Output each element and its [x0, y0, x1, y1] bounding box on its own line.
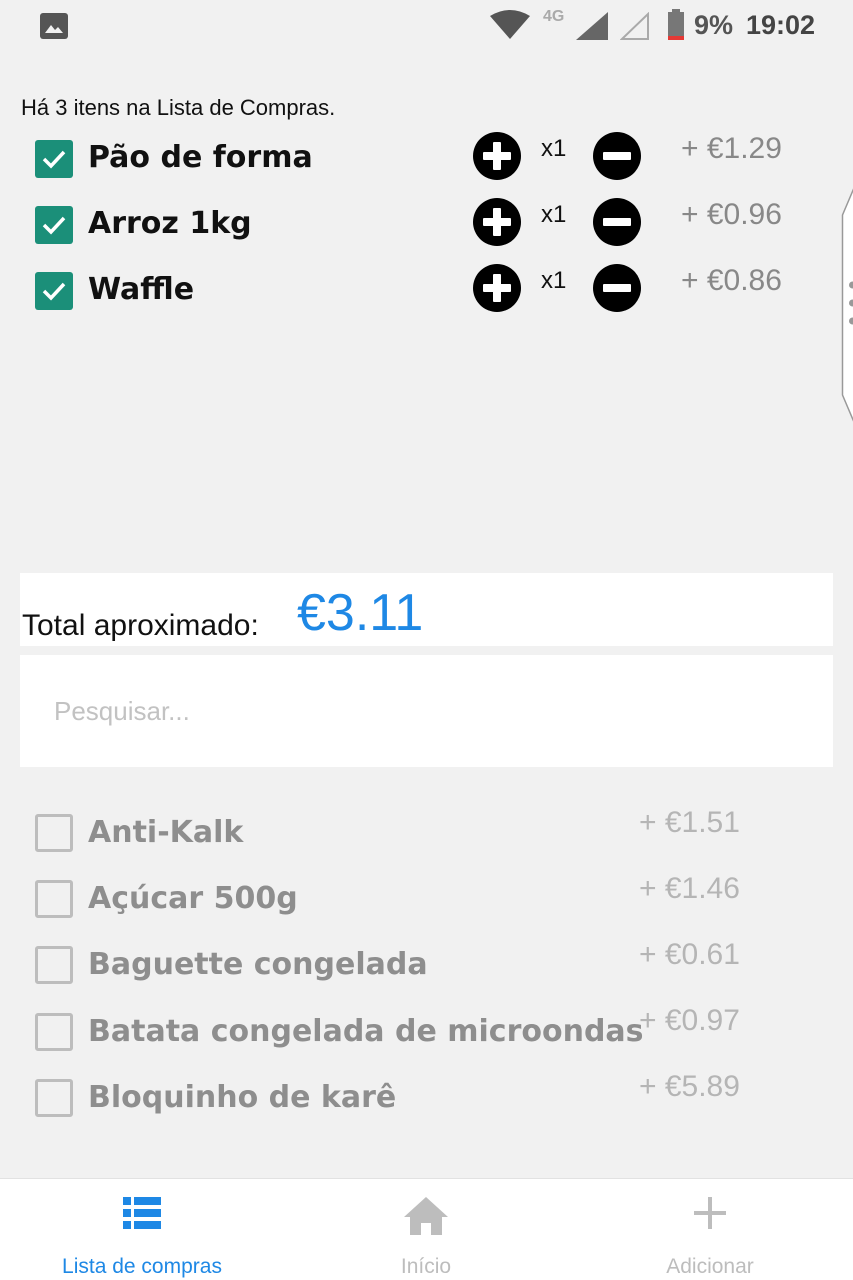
gallery-icon — [40, 13, 68, 39]
item-checkbox[interactable] — [35, 946, 73, 984]
selected-item-row: Arroz 1kg x1 + €0.96 — [0, 198, 853, 254]
item-qty: x1 — [541, 201, 567, 228]
item-name: Arroz 1kg — [88, 206, 252, 241]
available-item-price: + €5.89 — [639, 1070, 740, 1103]
nav-tab-add[interactable]: Adicionar — [568, 1179, 852, 1280]
search-input[interactable] — [20, 655, 833, 767]
nav-label: Adicionar — [666, 1255, 754, 1278]
clock: 19:02 — [746, 10, 816, 40]
item-qty: x1 — [541, 135, 567, 162]
item-checkbox[interactable] — [35, 814, 73, 852]
increase-qty-button[interactable] — [473, 264, 521, 312]
plus-icon — [694, 1197, 726, 1229]
home-icon — [404, 1197, 448, 1235]
battery-percent: 9% — [694, 10, 734, 40]
increase-qty-button[interactable] — [473, 198, 521, 246]
wifi-icon — [490, 10, 530, 39]
available-item-name[interactable]: Açúcar 500g — [88, 881, 298, 916]
decrease-qty-button[interactable] — [593, 198, 641, 246]
list-count-text: Há 3 itens na Lista de Compras. — [21, 95, 336, 120]
bottom-navigation: Lista de compras Início Adicionar — [0, 1178, 853, 1280]
item-name: Waffle — [88, 272, 195, 307]
decrease-qty-button[interactable] — [593, 264, 641, 312]
nav-label: Lista de compras — [62, 1255, 222, 1278]
nav-tab-home[interactable]: Início — [284, 1179, 568, 1280]
available-item-price: + €0.61 — [639, 938, 740, 971]
side-drawer-handle[interactable] — [836, 175, 853, 435]
item-checkbox[interactable] — [35, 880, 73, 918]
item-price: + €0.96 — [681, 198, 782, 231]
item-checkbox[interactable] — [35, 1013, 73, 1051]
available-item-name[interactable]: Baguette congelada — [88, 947, 428, 982]
available-item-price: + €1.51 — [639, 806, 740, 839]
list-icon — [123, 1197, 161, 1229]
network-type: 4G — [543, 8, 565, 25]
nav-label: Início — [400, 1255, 452, 1278]
item-name: Pão de forma — [88, 140, 313, 175]
search-card — [20, 655, 833, 767]
item-price: + €1.29 — [681, 132, 782, 165]
item-price: + €0.86 — [681, 264, 782, 297]
item-qty: x1 — [541, 267, 567, 294]
available-item-name[interactable]: Anti-Kalk — [88, 815, 243, 850]
selected-item-row: Pão de forma x1 + €1.29 — [0, 132, 853, 188]
total-card: Total aproximado: €3.11 — [20, 573, 833, 646]
selected-item-row: Waffle x1 + €0.86 — [0, 264, 853, 320]
battery-icon — [668, 9, 684, 40]
status-bar: 4G 9% 19:02 — [0, 0, 853, 50]
signal-secondary-icon — [620, 12, 649, 40]
available-item-name[interactable]: Bloquinho de karê — [88, 1080, 396, 1115]
available-item-name[interactable]: Batata congelada de microondas — [88, 1014, 644, 1049]
checkmark-icon — [42, 282, 66, 301]
nav-tab-shopping-list[interactable]: Lista de compras — [0, 1179, 284, 1280]
decrease-qty-button[interactable] — [593, 132, 641, 180]
total-label: Total aproximado: — [22, 609, 259, 642]
item-checkbox[interactable] — [35, 272, 73, 310]
checkmark-icon — [42, 216, 66, 235]
available-item-price: + €1.46 — [639, 872, 740, 905]
checkmark-icon — [42, 150, 66, 169]
signal-icon — [576, 12, 608, 40]
available-item-price: + €0.97 — [639, 1004, 740, 1037]
item-checkbox[interactable] — [35, 1079, 73, 1117]
item-checkbox[interactable] — [35, 140, 73, 178]
item-checkbox[interactable] — [35, 206, 73, 244]
increase-qty-button[interactable] — [473, 132, 521, 180]
total-value: €3.11 — [297, 584, 424, 642]
